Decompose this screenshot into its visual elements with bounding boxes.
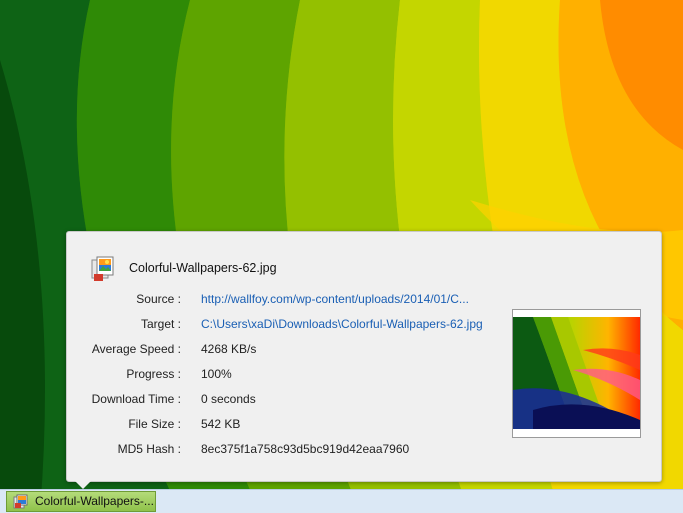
target-row: Target : C:\Users\xaDi\Downloads\Colorfu… [67,316,507,332]
target-label: Target : [140,317,181,331]
popup-pointer [74,480,92,489]
target-link[interactable]: C:\Users\xaDi\Downloads\Colorful-Wallpap… [201,316,483,332]
progress-value: 100% [201,367,232,381]
average-speed-row: Average Speed : 4268 KB/s [67,341,507,357]
source-link[interactable]: http://wallfoy.com/wp-content/uploads/20… [201,291,469,307]
image-file-icon [91,256,114,281]
file-size-value: 542 KB [201,417,241,431]
taskbar-item-download[interactable]: Colorful-Wallpapers-... [6,491,156,512]
image-file-icon [13,494,28,509]
md5-hash-value: 8ec375f1a758c93d5bc919d42eaa7960 [201,442,410,456]
average-speed-value: 4268 KB/s [201,342,257,356]
file-size-label: File Size : [128,417,181,431]
progress-label: Progress : [126,367,181,381]
download-time-value: 0 seconds [201,392,256,406]
md5-hash-label: MD5 Hash : [117,442,181,456]
taskbar: Colorful-Wallpapers-... [0,489,683,513]
image-thumbnail [512,309,641,438]
download-time-row: Download Time : 0 seconds [67,391,507,407]
taskbar-item-label: Colorful-Wallpapers-... [35,494,154,508]
download-time-label: Download Time : [91,392,181,406]
file-size-row: File Size : 542 KB [67,416,507,432]
download-info-popup: Colorful-Wallpapers-62.jpg Source : http… [66,231,662,482]
md5-hash-row: MD5 Hash : 8ec375f1a758c93d5bc919d42eaa7… [67,441,507,457]
average-speed-label: Average Speed : [91,342,181,356]
source-row: Source : http://wallfoy.com/wp-content/u… [67,291,507,307]
progress-row: Progress : 100% [67,366,507,382]
source-label: Source : [136,292,181,306]
file-name: Colorful-Wallpapers-62.jpg [129,261,277,275]
